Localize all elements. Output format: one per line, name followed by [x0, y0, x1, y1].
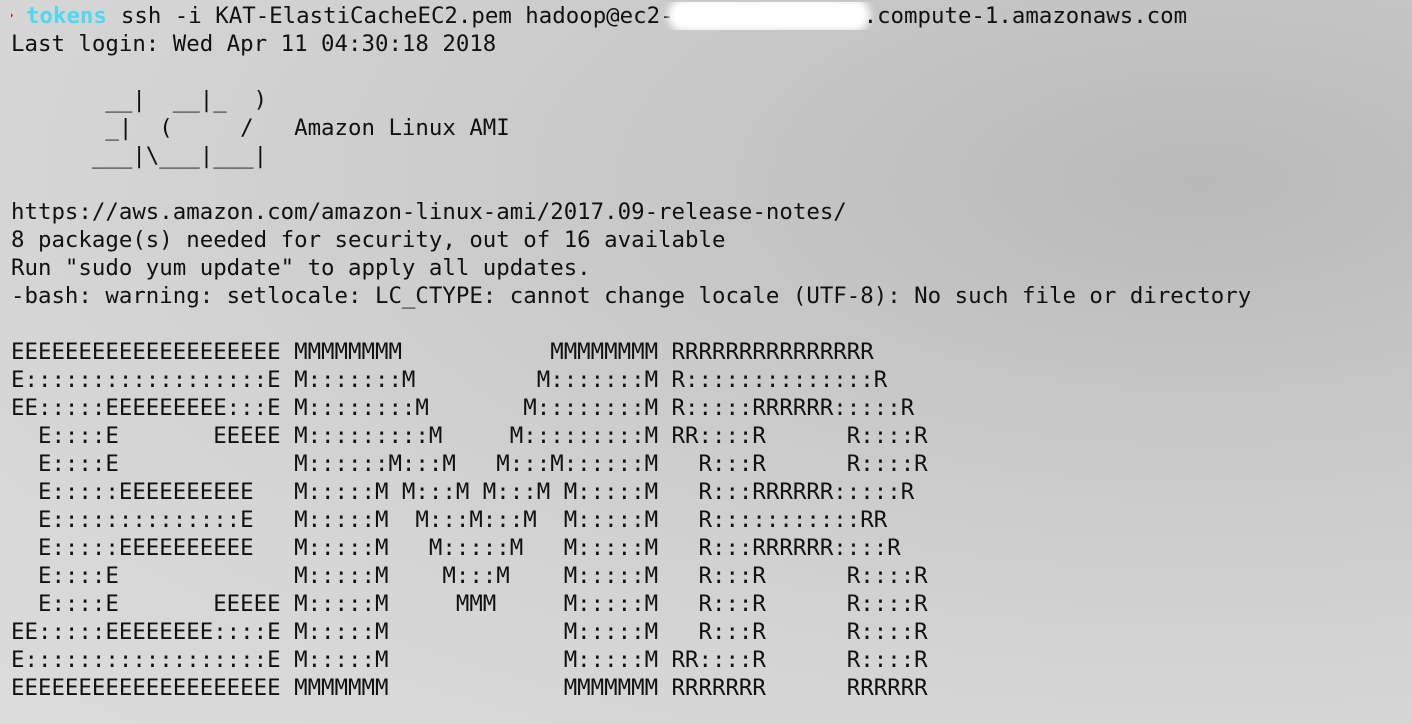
setlocale-warning: -bash: warning: setlocale: LC_CTYPE: can…: [11, 283, 1252, 309]
emr-banner-line: EE:::::EEEEEEEEE:::E M::::::::M M:::::::…: [11, 395, 915, 421]
emr-banner-line: E::::::::::::::::::E M:::::M M:::::M RR:…: [11, 647, 928, 673]
emr-banner-line: E::::::::::::::::::E M:::::::M M:::::::M…: [11, 367, 888, 393]
emr-banner-line: EEEEEEEEEEEEEEEEEEEE MMMMMMM MMMMMMM RRR…: [11, 675, 928, 701]
emr-banner-line: E:::::EEEEEEEEEE M:::::M M:::::M M:::::M…: [11, 535, 901, 561]
terminal-window[interactable]: ➜tokens ssh -i KAT-ElastiCacheEC2.pem had…: [0, 0, 1412, 724]
ami-banner-line: ___|\___|___|: [11, 143, 268, 169]
yum-update-hint: Run "sudo yum update" to apply all updat…: [11, 255, 591, 281]
redacted-hostname: [673, 4, 864, 26]
ami-banner-line: __| __|_ ): [11, 87, 268, 113]
prompt-arrow-icon: ➜: [11, 2, 26, 30]
emr-banner-line: E::::E EEEEE M:::::::::M M:::::::::M RR:…: [11, 423, 928, 449]
ssh-command-host-suffix: .compute-1.amazonaws.com: [863, 3, 1188, 29]
emr-banner-line: E::::E M:::::M M:::M M:::::M R:::R R::::…: [11, 563, 928, 589]
emr-banner-line: EE:::::EEEEEEEE::::E M:::::M M:::::M R::…: [11, 619, 928, 645]
emr-banner-line: E:::::EEEEEEEEEE M:::::M M:::M M:::M M::…: [11, 479, 915, 505]
emr-banner-line: EEEEEEEEEEEEEEEEEEEE MMMMMMMM MMMMMMMM R…: [11, 339, 874, 365]
ssh-command: ssh -i KAT-ElastiCacheEC2.pem hadoop@ec2…: [120, 3, 674, 29]
prompt-line: ➜tokens ssh -i KAT-ElastiCacheEC2.pem had…: [11, 2, 1412, 30]
emr-banner-line: E::::E EEEEE M:::::M MMM M:::::M R:::R R…: [11, 591, 928, 617]
release-notes-url: https://aws.amazon.com/amazon-linux-ami/…: [11, 199, 847, 225]
emr-banner-line: E::::E M::::::M:::M M:::M::::::M R:::R R…: [11, 451, 928, 477]
last-login-line: Last login: Wed Apr 11 04:30:18 2018: [11, 31, 497, 57]
prompt-directory: tokens: [26, 3, 107, 29]
ami-banner-line: _| ( / Amazon Linux AMI: [11, 115, 510, 141]
security-packages-line: 8 package(s) needed for security, out of…: [11, 227, 726, 253]
emr-banner-line: E::::::::::::::E M:::::M M:::M:::M M::::…: [11, 507, 888, 533]
